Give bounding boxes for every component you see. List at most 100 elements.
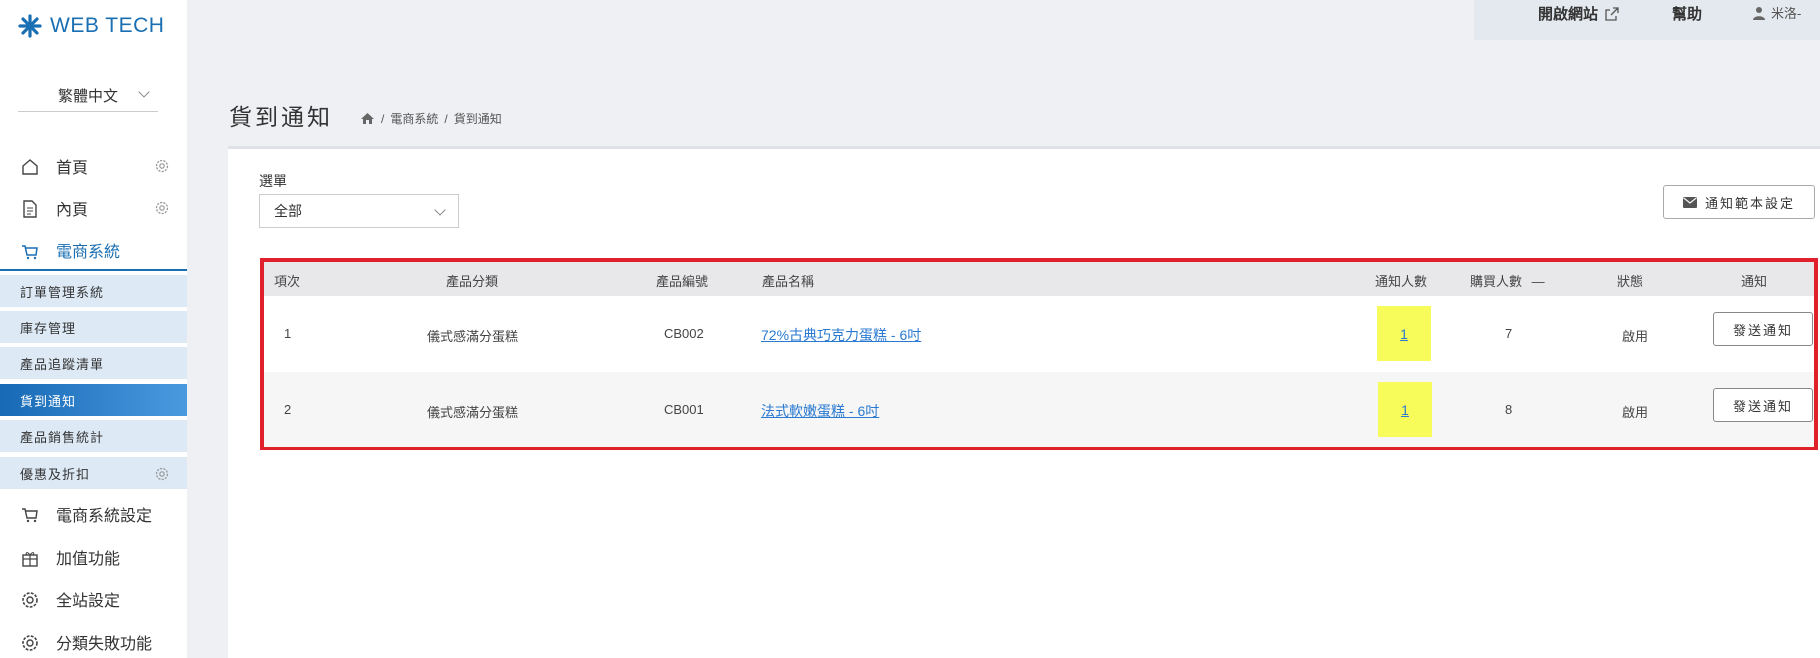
sidebar-item-inner-page[interactable]: 內頁: [0, 188, 187, 228]
sidebar-subitem-inventory[interactable]: 庫存管理: [0, 311, 187, 345]
sidebar-item-label: 電商系統: [56, 244, 121, 261]
brand-logo[interactable]: WEB TECH: [18, 14, 164, 38]
breadcrumb: / 電商系統 / 貨到通知: [360, 110, 502, 127]
send-notification-button[interactable]: 發送通知: [1713, 312, 1813, 346]
language-label: 繁體中文: [57, 88, 118, 105]
cell-status: 啟用: [1622, 329, 1649, 344]
gear-icon[interactable]: [154, 200, 170, 216]
cell-category: 儀式感滿分蛋糕: [427, 405, 519, 420]
home-icon: [22, 159, 38, 175]
cart-icon: [22, 245, 38, 260]
user-icon: [1753, 6, 1765, 20]
language-select[interactable]: 繁體中文: [18, 80, 158, 112]
sidebar-item-label: 分類失敗功能: [56, 636, 153, 653]
col-header-buy-count[interactable]: 購買人數 —: [1470, 271, 1545, 290]
user-menu[interactable]: 米洛-: [1752, 3, 1801, 22]
send-notification-button[interactable]: 發送通知: [1713, 388, 1813, 422]
sidebar-item-ecommerce-settings[interactable]: 電商系統設定: [0, 494, 187, 534]
notify-count-cell: 1: [1377, 306, 1431, 361]
cell-category: 儀式感滿分蛋糕: [427, 329, 519, 344]
restock-table: 項次 產品分類 產品編號 產品名稱 通知人數 購買人數 — 狀態 通知 1 儀式…: [260, 258, 1818, 450]
sidebar-subitem-restock-notice[interactable]: 貨到通知: [0, 384, 187, 418]
asterisk-logo-icon: [18, 14, 42, 38]
top-bar: 開啟網站 幫助 米洛-: [1474, 0, 1820, 40]
col-header-code: 產品編號: [656, 274, 709, 289]
col-header-status: 狀態: [1617, 274, 1644, 289]
sidebar-item-ecommerce[interactable]: 電商系統: [0, 231, 187, 271]
filter-select[interactable]: 全部: [259, 194, 459, 228]
notification-template-button[interactable]: 通知範本設定: [1663, 185, 1815, 219]
notify-count-cell: 1: [1378, 382, 1432, 437]
cart-icon: [22, 508, 38, 523]
sidebar-item-label: 全站設定: [56, 593, 121, 610]
table-row: 2 儀式感滿分蛋糕 CB001 法式軟嫩蛋糕 - 6吋 1 8 啟用 發送通知: [264, 372, 1814, 447]
template-button-label: 通知範本設定: [1704, 195, 1795, 211]
product-name-link[interactable]: 72%古典巧克力蛋糕 - 6吋: [761, 325, 921, 345]
gear-icon[interactable]: [154, 158, 170, 174]
sidebar-subitem-label: 優惠及折扣: [20, 466, 91, 482]
col-header-buy-count-label: 購買人數: [1470, 274, 1523, 289]
sidebar-item-label: 加值功能: [56, 551, 121, 568]
cell-index: 1: [284, 326, 292, 341]
sidebar-subitem-label: 訂單管理系統: [20, 284, 105, 300]
sidebar-item-home[interactable]: 首頁: [0, 146, 187, 186]
table-row: 1 儀式感滿分蛋糕 CB002 72%古典巧克力蛋糕 - 6吋 1 7 啟用 發…: [264, 296, 1814, 371]
col-header-notify: 通知: [1741, 274, 1768, 289]
table-header: 項次 產品分類 產品編號 產品名稱 通知人數 購買人數 — 狀態 通知: [264, 262, 1814, 296]
open-site-link[interactable]: 開啟網站: [1538, 3, 1620, 24]
cell-status: 啟用: [1622, 405, 1649, 420]
sidebar-subitem-discounts[interactable]: 優惠及折扣: [0, 457, 187, 491]
sidebar-subitem-label: 庫存管理: [20, 320, 77, 336]
sidebar-item-addons[interactable]: 加值功能: [0, 537, 187, 577]
document-icon: [23, 200, 37, 218]
user-name: 米洛-: [1771, 6, 1802, 21]
help-label: 幫助: [1672, 6, 1703, 23]
logo-text: WEB TECH: [50, 14, 165, 37]
chevron-down-icon: [138, 86, 150, 98]
breadcrumb-separator: /: [381, 111, 385, 126]
sidebar: WEB TECH 繁體中文 首頁 內頁 電商系統 訂單管理系統 庫存管理 產品追…: [0, 0, 187, 658]
gear-icon: [22, 592, 38, 608]
sidebar-item-label: 內頁: [56, 202, 89, 219]
page-title: 貨到通知: [229, 104, 333, 130]
gear-icon[interactable]: [154, 466, 170, 482]
send-button-label: 發送通知: [1732, 322, 1793, 338]
open-site-label: 開啟網站: [1538, 6, 1599, 23]
sidebar-subitem-label: 產品銷售統計: [20, 429, 105, 445]
breadcrumb-separator: /: [444, 111, 448, 126]
breadcrumb-item: 貨到通知: [453, 112, 502, 126]
breadcrumb-item[interactable]: 電商系統: [390, 110, 438, 127]
cell-buy-count: 7: [1505, 326, 1513, 341]
filter-value: 全部: [274, 203, 302, 219]
sidebar-subitem-sales-stats[interactable]: 產品銷售統計: [0, 420, 187, 454]
sidebar-item-label: 電商系統設定: [56, 508, 153, 525]
col-header-category: 產品分類: [446, 274, 499, 289]
send-button-label: 發送通知: [1732, 398, 1793, 414]
col-header-index: 項次: [274, 274, 301, 289]
home-icon[interactable]: [360, 112, 375, 125]
gift-icon: [22, 552, 38, 567]
sidebar-subitem-tracking[interactable]: 產品追蹤清單: [0, 347, 187, 381]
sidebar-item-label: 首頁: [56, 160, 89, 177]
help-link[interactable]: 幫助: [1672, 3, 1702, 24]
gear-icon: [22, 635, 38, 651]
cell-index: 2: [284, 402, 292, 417]
chevron-down-icon: [434, 204, 446, 216]
filter-label: 選單: [259, 173, 287, 189]
sidebar-item-category-fail[interactable]: 分類失敗功能: [0, 622, 187, 658]
sidebar-subitem-orders[interactable]: 訂單管理系統: [0, 275, 187, 309]
sidebar-subitem-label: 產品追蹤清單: [20, 356, 105, 372]
external-link-icon: [1605, 6, 1619, 21]
notify-count-link[interactable]: 1: [1400, 326, 1408, 342]
col-header-name: 產品名稱: [762, 274, 815, 289]
envelope-icon: [1682, 196, 1697, 208]
cell-code: CB002: [664, 326, 704, 341]
sidebar-item-site-settings[interactable]: 全站設定: [0, 579, 187, 619]
col-header-notify-count: 通知人數: [1375, 274, 1428, 289]
notify-count-link[interactable]: 1: [1401, 402, 1409, 418]
cell-buy-count: 8: [1505, 402, 1513, 417]
sort-indicator: —: [1531, 274, 1545, 289]
product-name-link[interactable]: 法式軟嫩蛋糕 - 6吋: [761, 401, 879, 421]
cell-code: CB001: [664, 402, 704, 417]
sidebar-subitem-label: 貨到通知: [20, 393, 77, 409]
